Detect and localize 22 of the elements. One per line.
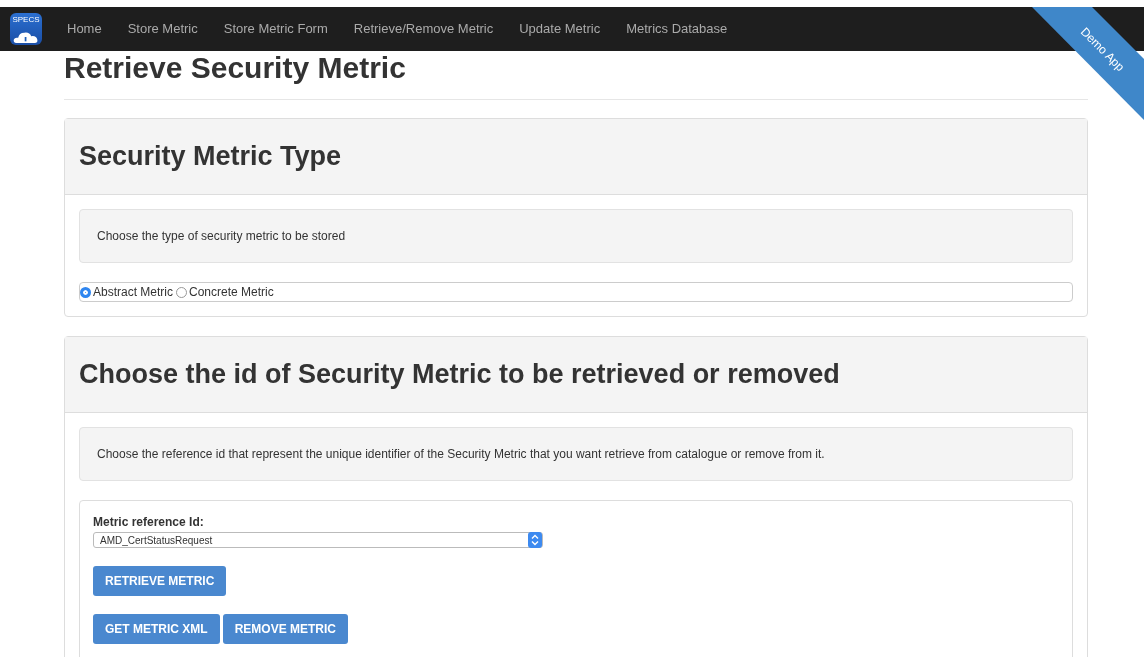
info-text: Choose the reference id that represent the unique identifier of the Security Metric that you want retrieve from catalogue or remove from it. — [97, 447, 825, 461]
stepper-icon — [528, 532, 542, 548]
select-field[interactable]: AMD_CertStatusRequest — [93, 532, 543, 548]
action-button[interactable]: RETRIEVE METRIC — [93, 566, 227, 596]
radio-option[interactable]: Concrete Metric — [176, 285, 274, 299]
radio-button[interactable] — [80, 286, 91, 298]
nav-link[interactable]: Metrics Database — [613, 7, 741, 51]
panel-title: Security Metric Type — [79, 141, 342, 172]
action-button[interactable]: REMOVE METRIC — [222, 614, 348, 644]
nav-link[interactable]: Retrieve/Remove Metric — [340, 7, 507, 51]
nav-link[interactable]: Store Metric Form — [210, 7, 341, 51]
logo-icon[interactable]: SPECS — [10, 13, 42, 45]
radio-button[interactable] — [176, 286, 187, 298]
nav-link[interactable]: Home — [54, 7, 115, 51]
nav-link[interactable]: Update Metric — [506, 7, 614, 51]
page-title: Retrieve Security Metric — [64, 51, 407, 85]
radio-option[interactable]: Abstract Metric — [80, 285, 173, 299]
panel-title: Choose the id of Security Metric to be retrieved or removed — [79, 359, 840, 390]
info-text: Choose the type of security metric to be stored — [97, 229, 346, 243]
action-button[interactable]: GET METRIC XML — [93, 614, 220, 644]
nav-link[interactable]: Store Metric — [114, 7, 211, 51]
field-label: Metric reference Id: — [93, 515, 205, 529]
